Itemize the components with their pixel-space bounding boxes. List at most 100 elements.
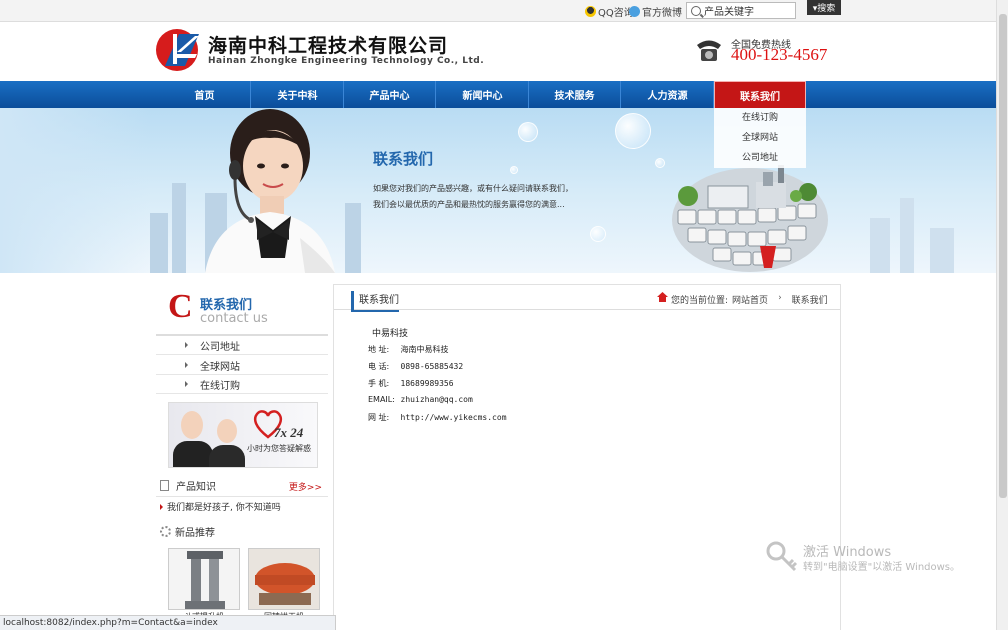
banner-gradient bbox=[0, 108, 150, 273]
chevron-right-icon bbox=[185, 342, 188, 348]
sidebar-header: C 联系我们 contact us bbox=[156, 284, 328, 334]
promo-person bbox=[173, 441, 213, 467]
nav-item-products[interactable]: 产品中心 bbox=[344, 81, 436, 108]
email-label: EMAIL: bbox=[368, 395, 395, 404]
search-icon bbox=[691, 5, 701, 16]
banner-title: 联系我们 bbox=[373, 150, 434, 168]
phone-row: 电 话: 0898-65885432 bbox=[368, 361, 463, 372]
qq-icon bbox=[585, 6, 596, 17]
search-button[interactable]: ▾搜索 bbox=[807, 0, 841, 15]
mobile-label: 手 机: bbox=[368, 379, 390, 388]
sidebar-subtitle: contact us bbox=[200, 311, 268, 326]
city-building bbox=[900, 198, 914, 273]
contact-dropdown-menu: 在线订购 全球网站 公司地址 bbox=[714, 108, 806, 168]
phone-label: 电 话: bbox=[368, 362, 390, 371]
breadcrumb-home[interactable]: 网站首页 bbox=[732, 293, 768, 306]
main-content: 联系我们 您的当前位置: 网站首页 › 联系我们 中易科技 地 址: 海南中易科… bbox=[333, 284, 841, 630]
dropdown-item-company-address[interactable]: 公司地址 bbox=[714, 148, 806, 168]
website-row: 网 址: http://www.yikecms.com bbox=[368, 412, 507, 423]
city-building bbox=[870, 218, 890, 273]
hotline-number: 400-123-4567 bbox=[731, 45, 828, 64]
phone-value: 0898-65885432 bbox=[400, 362, 464, 371]
service-promo-banner[interactable]: 7x 24 小时为您答疑解惑 bbox=[168, 402, 318, 468]
key-icon bbox=[766, 541, 798, 572]
weibo-link[interactable]: 官方微博 bbox=[629, 4, 682, 19]
breadcrumb-current: 联系我们 bbox=[791, 296, 828, 306]
nav-item-tech-service[interactable]: 技术服务 bbox=[529, 81, 621, 108]
search-box bbox=[686, 2, 796, 19]
gear-icon bbox=[160, 525, 171, 537]
sidebar: C 联系我们 contact us 公司地址 全球网站 在线订购 7x 24 小… bbox=[156, 284, 328, 630]
scrollbar-thumb[interactable] bbox=[999, 14, 1007, 498]
dropdown-item-online-order[interactable]: 在线订购 bbox=[714, 108, 806, 128]
nav-item-about[interactable]: 关于中科 bbox=[252, 81, 344, 108]
banner-line-2: 我们会以最优质的产品和最热忱的服务赢得您的满意... bbox=[373, 200, 565, 209]
sidebar-item-global-sites[interactable]: 全球网站 bbox=[156, 356, 328, 375]
promo-face bbox=[217, 419, 237, 443]
address-row: 地 址: 海南中易科技 bbox=[368, 344, 449, 355]
promo-hours: 7x 24 bbox=[274, 425, 304, 440]
qq-consult-link[interactable]: QQ咨询 bbox=[585, 4, 634, 19]
sidebar-letter-logo: C bbox=[168, 288, 193, 325]
breadcrumb: 您的当前位置: 网站首页 › 联系我们 bbox=[671, 293, 828, 306]
address-value: 海南中易科技 bbox=[400, 345, 449, 354]
decorative-bubble bbox=[510, 166, 518, 174]
email-row: EMAIL: zhuizhan@qq.com bbox=[368, 395, 473, 404]
website-value[interactable]: http://www.yikecms.com bbox=[401, 413, 507, 422]
promo-text: 小时为您答疑解惑 bbox=[247, 444, 311, 453]
vertical-scrollbar[interactable] bbox=[996, 0, 1008, 630]
new-products-title: 新品推荐 bbox=[175, 527, 215, 539]
browser-status-bar: localhost:8082/index.php?m=Contact&a=ind… bbox=[0, 615, 336, 630]
weibo-label: 官方微博 bbox=[642, 8, 682, 19]
sidebar-item-online-order[interactable]: 在线订购 bbox=[156, 375, 328, 394]
dropdown-item-global-sites[interactable]: 全球网站 bbox=[714, 128, 806, 148]
knowledge-title: 产品知识 bbox=[176, 482, 216, 493]
telephone-icon bbox=[697, 40, 721, 61]
product-thumb-dryer[interactable] bbox=[248, 548, 320, 610]
main-nav: 首页 关于中科 产品中心 新闻中心 技术服务 人力资源 联系我们 bbox=[0, 81, 996, 108]
home-icon bbox=[657, 292, 668, 302]
promo-person bbox=[209, 445, 245, 467]
email-value[interactable]: zhuizhan@qq.com bbox=[401, 395, 473, 404]
decorative-bubble bbox=[518, 122, 538, 142]
knowledge-list-item[interactable]: 我们都是好孩子, 你不知道吗 bbox=[160, 500, 281, 513]
more-link[interactable]: 更多>> bbox=[289, 480, 322, 493]
knowledge-item-label: 我们都是好孩子, 你不知道吗 bbox=[167, 503, 281, 513]
sidebar-item-label: 在线订购 bbox=[200, 380, 240, 392]
nav-item-home[interactable]: 首页 bbox=[159, 81, 251, 108]
page: QQ咨询 官方微博 ▾搜索 海南中科工程技术有限公司 Hainan Zhongk… bbox=[0, 0, 1008, 630]
mobile-value: 18689989356 bbox=[400, 379, 454, 388]
chevron-right-icon bbox=[185, 381, 188, 387]
company-name: 中易科技 bbox=[372, 329, 409, 339]
nav-item-hr[interactable]: 人力资源 bbox=[622, 81, 714, 108]
hero-banner: 联系我们 如果您对我们的产品感兴趣，或有什么疑问请联系我们， 我们会以最优质的产… bbox=[0, 108, 996, 273]
website-label: 网 址: bbox=[368, 413, 390, 422]
decorative-bubble bbox=[590, 226, 606, 242]
search-input[interactable] bbox=[704, 5, 794, 16]
city-building bbox=[930, 228, 954, 273]
breadcrumb-separator: › bbox=[778, 293, 782, 303]
product-knowledge-header: 产品知识 更多>> bbox=[156, 475, 328, 497]
content-title: 联系我们 bbox=[351, 291, 399, 312]
chevron-right-icon bbox=[185, 362, 188, 368]
banner-description: 如果您对我们的产品感兴趣，或有什么疑问请联系我们， 我们会以最优质的产品和最热忱… bbox=[373, 181, 573, 213]
sidebar-item-company-address[interactable]: 公司地址 bbox=[156, 336, 328, 355]
breadcrumb-label: 您的当前位置: bbox=[671, 296, 729, 306]
sidebar-item-label: 公司地址 bbox=[200, 341, 240, 353]
bucket-elevator-image bbox=[169, 549, 239, 609]
windows-activation-subtitle: 转到"电脑设置"以激活 Windows。 bbox=[803, 562, 961, 573]
nav-item-contact[interactable]: 联系我们 bbox=[714, 81, 806, 108]
banner-line-1: 如果您对我们的产品感兴趣，或有什么疑问请联系我们， bbox=[373, 184, 573, 193]
city-building bbox=[150, 213, 168, 273]
decorative-bubble bbox=[615, 113, 651, 149]
site-subtitle: Hainan Zhongke Engineering Technology Co… bbox=[208, 56, 485, 66]
company-logo-icon bbox=[156, 29, 199, 71]
nav-item-news[interactable]: 新闻中心 bbox=[437, 81, 529, 108]
site-title: 海南中科工程技术有限公司 bbox=[208, 35, 449, 57]
weibo-icon bbox=[629, 6, 640, 17]
product-thumb-elevator[interactable] bbox=[168, 548, 240, 610]
promo-face bbox=[181, 411, 203, 439]
chevron-right-icon bbox=[160, 503, 163, 510]
rotary-dryer-image bbox=[249, 549, 319, 609]
city-building bbox=[172, 183, 186, 273]
